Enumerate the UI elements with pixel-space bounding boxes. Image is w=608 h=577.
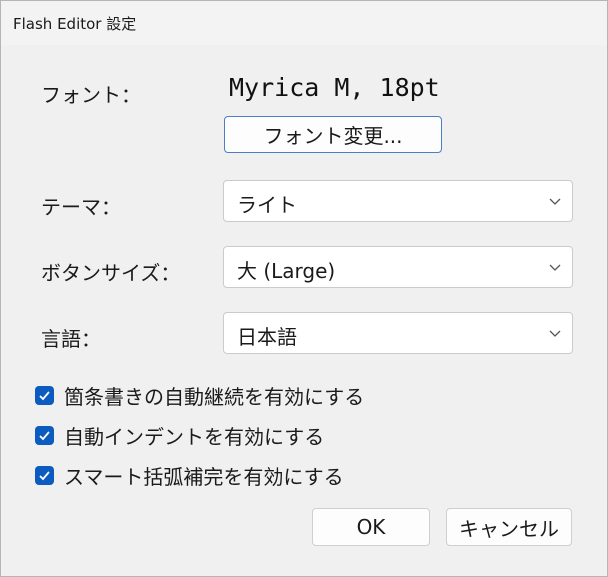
theme-selected-value: ライト bbox=[237, 193, 297, 217]
option-auto-indent[interactable]: 自動インデントを有効にする bbox=[35, 422, 325, 449]
title-bar: Flash Editor 設定 bbox=[1, 1, 607, 45]
button-size-selected-value: 大 (Large) bbox=[237, 259, 336, 283]
checkbox-label: 自動インデントを有効にする bbox=[64, 424, 325, 449]
change-font-button[interactable]: フォント変更... bbox=[224, 116, 442, 153]
cancel-button[interactable]: キャンセル bbox=[446, 508, 572, 546]
checkmark-icon bbox=[39, 470, 50, 480]
window-title: Flash Editor 設定 bbox=[13, 15, 137, 33]
button-size-label: ボタンサイズ： bbox=[41, 261, 181, 285]
theme-dropdown[interactable]: ライト bbox=[223, 180, 573, 222]
chevron-down-icon bbox=[549, 264, 561, 271]
theme-label: テーマ： bbox=[41, 195, 121, 219]
font-value: Myrica M, 18pt bbox=[229, 73, 440, 102]
font-label: フォント： bbox=[41, 83, 141, 107]
checkbox-smart-brackets[interactable] bbox=[35, 465, 54, 485]
checkmark-icon bbox=[39, 390, 50, 400]
checkmark-icon bbox=[39, 430, 50, 440]
language-selected-value: 日本語 bbox=[237, 325, 297, 349]
chevron-down-icon bbox=[549, 198, 561, 205]
button-size-dropdown[interactable]: 大 (Large) bbox=[223, 246, 573, 288]
checkbox-bullet-autocontinue[interactable] bbox=[35, 385, 54, 405]
option-smart-brackets[interactable]: スマート括弧補完を有効にする bbox=[35, 462, 344, 489]
language-label: 言語： bbox=[41, 327, 101, 351]
language-dropdown[interactable]: 日本語 bbox=[223, 312, 573, 354]
chevron-down-icon bbox=[549, 330, 561, 337]
checkbox-label: スマート括弧補完を有効にする bbox=[64, 464, 344, 489]
checkbox-label: 箇条書きの自動継続を有効にする bbox=[64, 384, 365, 409]
ok-button[interactable]: OK bbox=[312, 508, 430, 546]
settings-dialog: Flash Editor 設定 フォント： Myrica M, 18pt フォン… bbox=[0, 0, 608, 577]
checkbox-auto-indent[interactable] bbox=[35, 425, 54, 445]
option-bullet-autocontinue[interactable]: 箇条書きの自動継続を有効にする bbox=[35, 382, 365, 409]
